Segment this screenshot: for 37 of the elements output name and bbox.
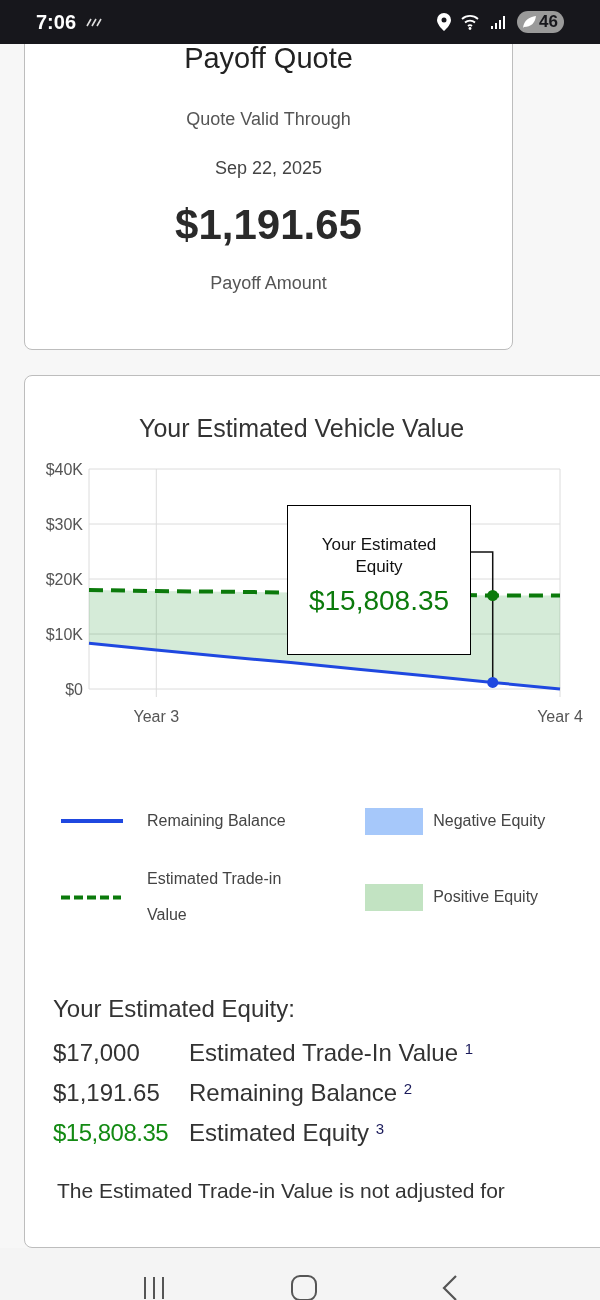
valid-through-label: Quote Valid Through xyxy=(186,108,351,131)
valid-date: Sep 22, 2025 xyxy=(214,157,323,180)
y-tick-label: $20K xyxy=(45,571,83,588)
legend-label: Positive Equity xyxy=(433,887,540,907)
tooltip-title: Your Estimated Equity xyxy=(320,534,438,578)
card-title: Payoff Quote xyxy=(184,41,353,76)
equity-heading: Your Estimated Equity: xyxy=(53,994,296,1024)
equity-amount: $17,000 xyxy=(53,1038,141,1068)
x-tick-label: Year 4 xyxy=(537,708,583,725)
equity-label: Estimated Equity $^{3}$ xyxy=(189,1118,385,1148)
equity-label: Estimated Trade-In Value $^{1}$ xyxy=(189,1038,474,1068)
battery-level: 46 xyxy=(539,11,558,34)
location-icon xyxy=(437,13,452,31)
payoff-amount: $1,191.65 xyxy=(175,200,362,250)
leaf-icon xyxy=(521,15,538,29)
legend-label: Remaining Balance xyxy=(147,811,287,831)
y-tick-label: $40K xyxy=(45,461,83,478)
chart-title: Your Estimated Vehicle Value xyxy=(139,413,466,443)
home-icon[interactable] xyxy=(290,1273,318,1300)
equity-amount: $1,191.65 xyxy=(53,1078,161,1108)
y-tick-label: $30K xyxy=(45,516,83,533)
legend-label: Estimated Trade-in Value xyxy=(147,869,283,925)
x-tick-label: Year 3 xyxy=(133,708,180,725)
y-tick-label: $0 xyxy=(65,681,83,698)
signal-icon xyxy=(491,14,508,30)
equity-label: Remaining Balance $^{2}$ xyxy=(189,1078,413,1108)
legend-label: Negative Equity xyxy=(433,811,547,831)
data-point xyxy=(487,590,499,601)
data-point xyxy=(487,676,499,688)
payoff-amount-label: Payoff Amount xyxy=(210,272,327,295)
back-icon[interactable] xyxy=(440,1273,459,1300)
disclaimer-text: The Estimated Trade-in Value is not adjusted for xyxy=(57,1178,506,1204)
y-tick-label: $10K xyxy=(45,626,83,643)
equity-amount: $15,808.35 xyxy=(53,1118,170,1148)
signal-lines-icon xyxy=(86,17,105,27)
tooltip-value: $15,808.35 xyxy=(308,584,450,618)
clock: 7:06 xyxy=(36,10,77,35)
